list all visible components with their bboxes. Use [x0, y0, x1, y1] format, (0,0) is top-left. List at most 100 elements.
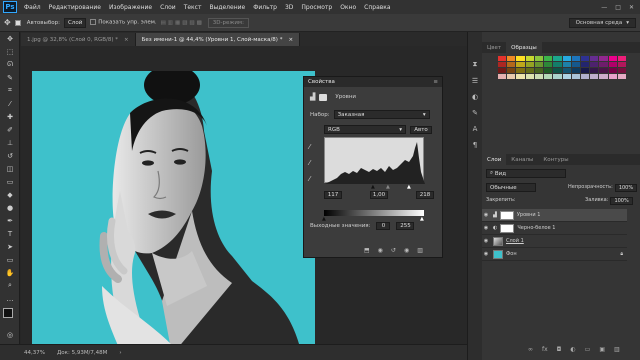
delete-icon[interactable]: ▥ — [614, 346, 620, 353]
lasso-icon[interactable]: ᘏ — [3, 59, 17, 70]
type-icon[interactable]: T — [3, 228, 17, 239]
swatch[interactable] — [571, 62, 580, 67]
maximize-icon[interactable]: □ — [615, 4, 621, 11]
swatch[interactable] — [553, 56, 562, 61]
fill-field[interactable]: 100% — [610, 197, 633, 205]
visibility-icon[interactable]: ◉ — [404, 247, 409, 254]
swatch[interactable] — [498, 56, 507, 61]
opacity-field[interactable]: 100% — [614, 184, 638, 192]
character-icon[interactable]: A — [473, 125, 478, 133]
swatch[interactable] — [571, 74, 580, 79]
layer-name[interactable]: Черно-белое 1 — [517, 225, 555, 231]
view-previous-icon[interactable]: ◉ — [378, 247, 383, 254]
workspace-select[interactable]: Основная среда ▾ — [568, 17, 636, 28]
swatch[interactable] — [608, 62, 617, 67]
swatch[interactable] — [580, 56, 590, 61]
swatch[interactable] — [571, 68, 580, 73]
swatch[interactable] — [516, 62, 525, 67]
swatch[interactable] — [590, 56, 599, 61]
quick-mask-icon[interactable]: ◎ — [3, 329, 17, 340]
menu-3d[interactable]: 3D — [281, 4, 297, 11]
input-black-field[interactable]: 117 — [324, 191, 342, 199]
white-slider-icon[interactable]: ▲ — [407, 184, 411, 190]
gray-point-eyedropper-icon[interactable]: ⁄ — [309, 159, 310, 167]
swatch[interactable] — [553, 62, 562, 67]
pen-icon[interactable]: ✒ — [3, 215, 17, 226]
swatch[interactable] — [544, 62, 553, 67]
output-white-field[interactable]: 255 — [396, 222, 415, 230]
tab-swatches[interactable]: Образцы — [506, 42, 542, 53]
swatch[interactable] — [608, 56, 617, 61]
layer-mask-thumbnail[interactable] — [500, 223, 515, 233]
layer-filter-select[interactable]: ⌕ Вид — [486, 169, 566, 178]
swatch[interactable] — [580, 68, 590, 73]
menu-view[interactable]: Просмотр — [297, 4, 336, 11]
swatch[interactable] — [580, 74, 590, 79]
swatch[interactable] — [516, 74, 525, 79]
swatch[interactable] — [507, 74, 516, 79]
layer-row-image[interactable]: ◉ Слой 1 — [482, 235, 627, 248]
path-select-icon[interactable]: ➤ — [3, 241, 17, 252]
eye-icon[interactable]: ◉ — [482, 238, 490, 244]
swatch[interactable] — [590, 62, 599, 67]
swatch[interactable] — [534, 74, 544, 79]
blur-icon[interactable]: ◆ — [3, 189, 17, 200]
layer-name[interactable]: Уровни 1 — [517, 212, 541, 218]
brush-icon[interactable]: ✐ — [3, 124, 17, 135]
layer-row-bw[interactable]: ◉ ◐ Черно-белое 1 — [482, 222, 627, 235]
close-icon[interactable]: × — [124, 37, 129, 43]
swatch[interactable] — [498, 74, 507, 79]
tab-doc-1[interactable]: 1.jpg @ 32,8% (Слой 0, RGB/8) * × — [21, 33, 136, 46]
swatch[interactable] — [534, 62, 544, 67]
marquee-icon[interactable]: ⬚ — [3, 46, 17, 57]
autoselect-select[interactable]: Слой — [63, 17, 87, 28]
swatch[interactable] — [617, 68, 626, 73]
swatch[interactable] — [498, 62, 507, 67]
minimize-icon[interactable]: — — [601, 4, 607, 11]
dodge-icon[interactable]: ● — [3, 202, 17, 213]
eye-icon[interactable]: ◉ — [482, 225, 490, 231]
history-brush-icon[interactable]: ↺ — [3, 150, 17, 161]
swatch[interactable] — [498, 68, 507, 73]
swatch[interactable] — [507, 56, 516, 61]
link-icon[interactable]: ∞ — [528, 346, 533, 353]
layer-name[interactable]: Слой 1 — [506, 238, 524, 244]
reset-icon[interactable]: ↺ — [391, 247, 396, 254]
layer-row-background[interactable]: ◉ Фон 🔒︎ — [482, 248, 627, 261]
menu-type[interactable]: Текст — [180, 4, 206, 11]
more-tools-icon[interactable]: … — [3, 293, 17, 304]
swatch[interactable] — [599, 68, 608, 73]
menu-help[interactable]: Справка — [360, 4, 394, 11]
properties-icon[interactable]: ☰ — [472, 77, 478, 85]
delete-icon[interactable]: ▥ — [417, 247, 423, 254]
layer-name[interactable]: Фон — [506, 251, 517, 257]
swatch[interactable] — [571, 56, 580, 61]
add-mask-icon[interactable]: ◘ — [557, 346, 562, 353]
menu-edit[interactable]: Редактирование — [45, 4, 105, 11]
zoom-level[interactable]: 44,37% — [24, 350, 45, 356]
black-slider-icon[interactable]: ▲ — [371, 184, 375, 190]
swatch[interactable] — [562, 74, 571, 79]
swatch[interactable] — [599, 56, 608, 61]
output-white-slider-icon[interactable]: ▲ — [420, 216, 424, 222]
eraser-icon[interactable]: ◫ — [3, 163, 17, 174]
swatch[interactable] — [608, 74, 617, 79]
zoom-icon[interactable]: ⌕ — [3, 280, 17, 291]
tab-channels[interactable]: Каналы — [506, 154, 538, 165]
swatch[interactable] — [562, 62, 571, 67]
new-layer-icon[interactable]: ▣ — [599, 346, 605, 353]
adjustments-icon[interactable]: ◐ — [472, 93, 478, 101]
swatch[interactable] — [525, 56, 534, 61]
swatch[interactable] — [599, 74, 608, 79]
swatch[interactable] — [562, 56, 571, 61]
swatch[interactable] — [507, 62, 516, 67]
hand-icon[interactable]: ✋ — [3, 267, 17, 278]
adjustment-layer-icon[interactable]: ◐ — [570, 346, 575, 353]
tab-layers[interactable]: Слои — [482, 154, 507, 165]
gray-slider-icon[interactable]: ▲ — [386, 184, 390, 190]
eye-icon[interactable]: ◉ — [482, 251, 490, 257]
swatch[interactable] — [507, 68, 516, 73]
swatch[interactable] — [599, 62, 608, 67]
channel-select[interactable]: RGB ▾ — [324, 125, 406, 134]
close-icon[interactable]: × — [288, 37, 293, 43]
